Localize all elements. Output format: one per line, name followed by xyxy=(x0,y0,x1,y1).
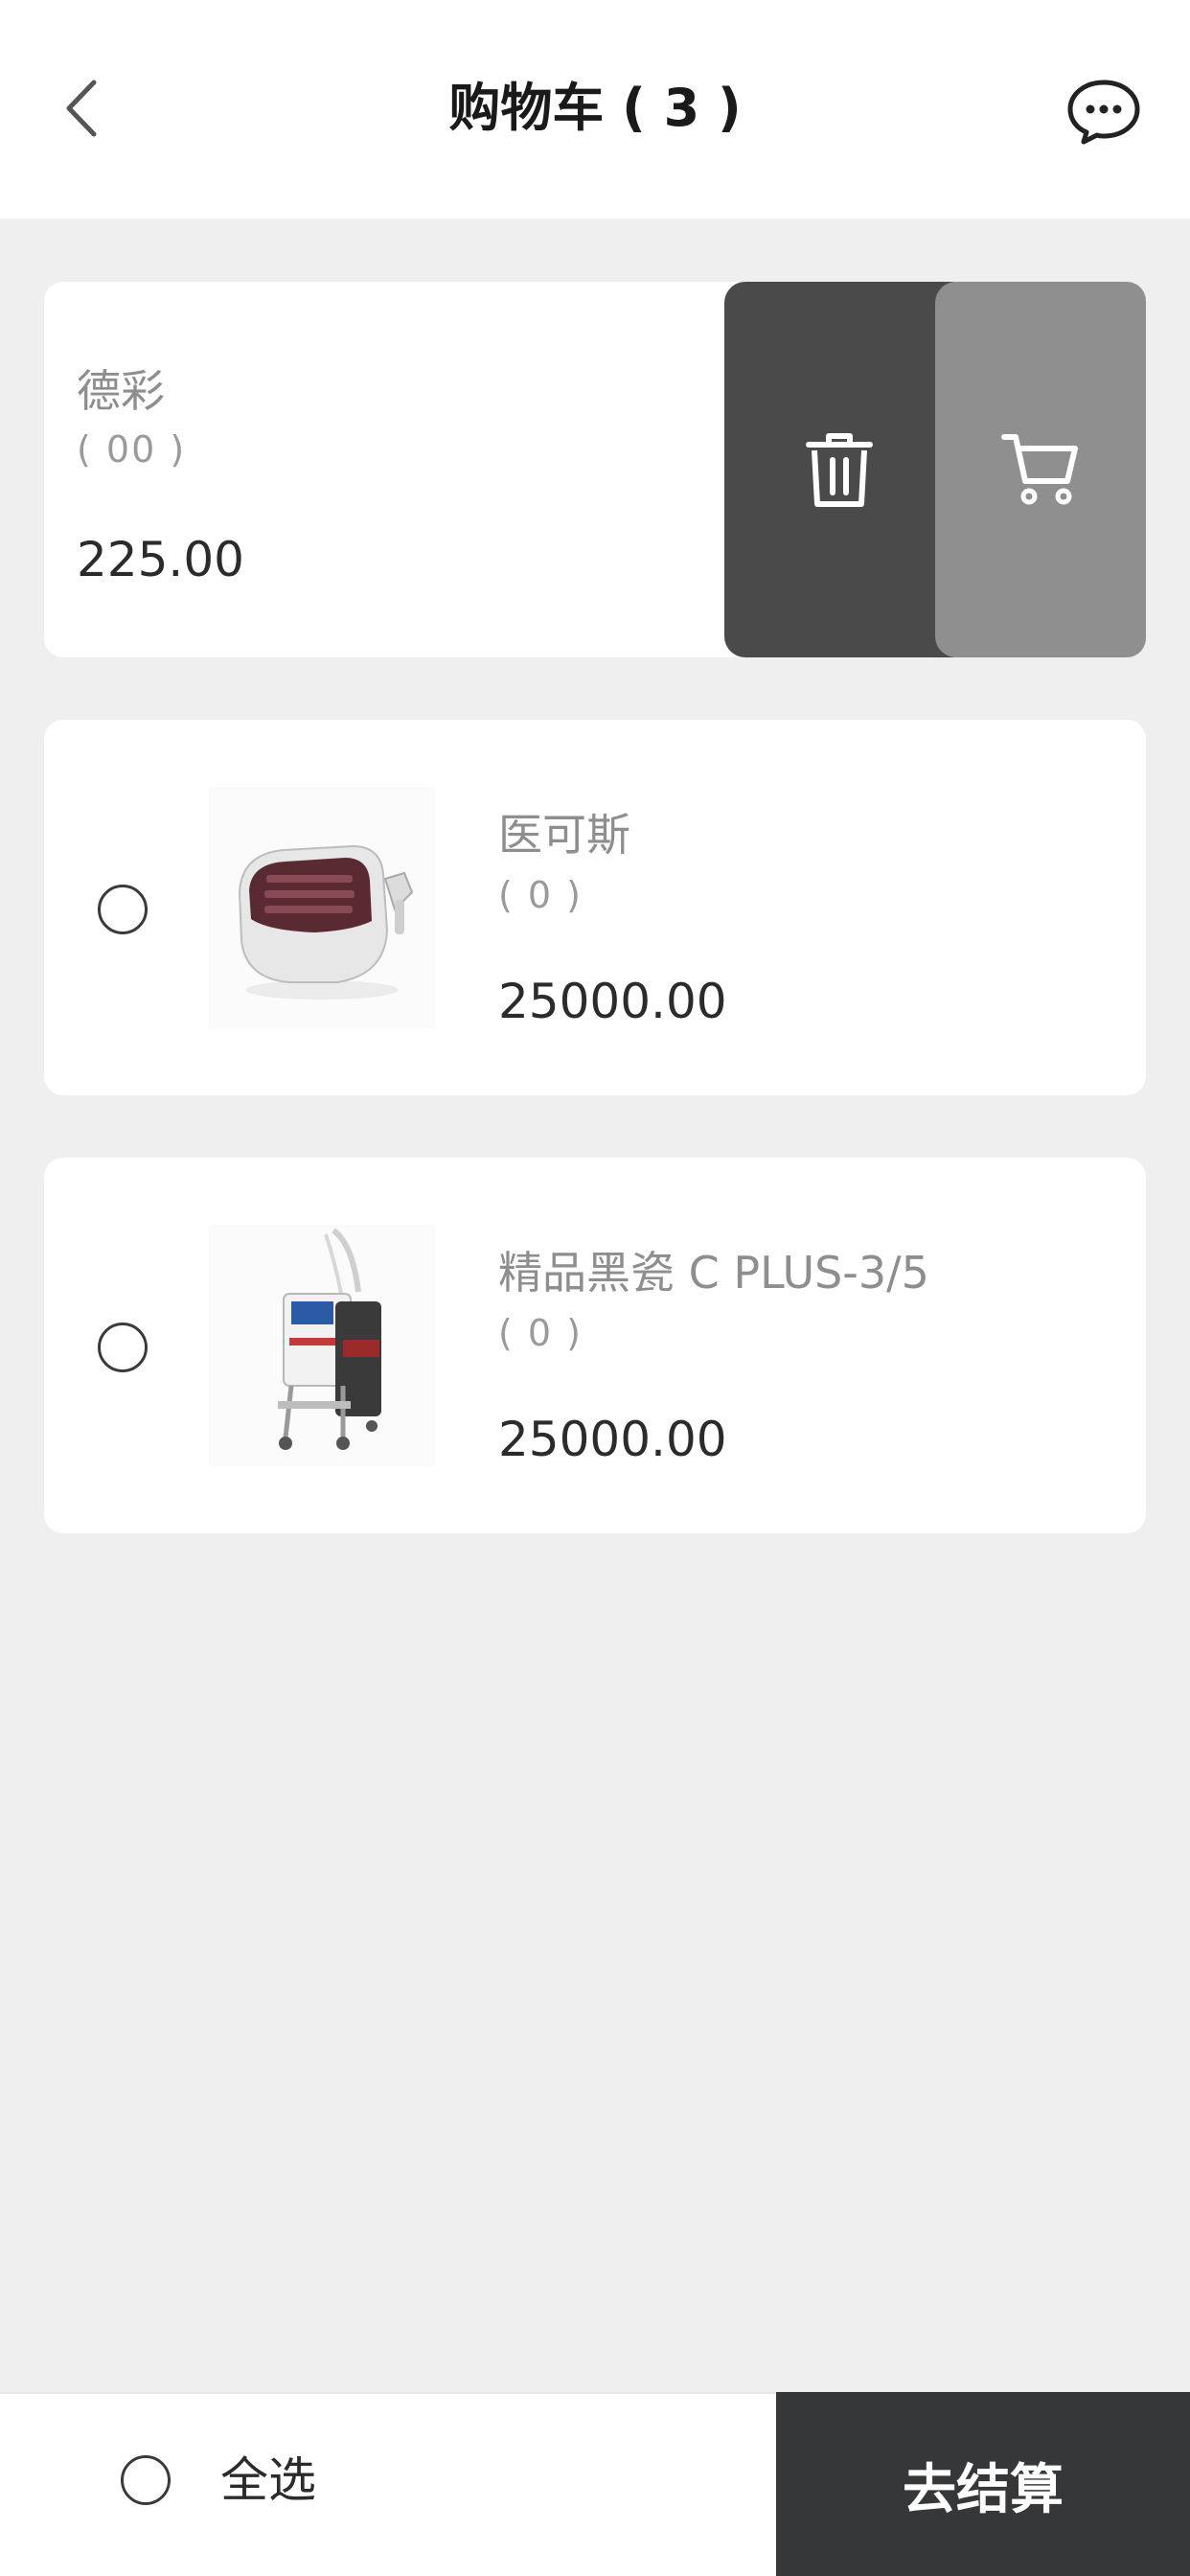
product-image xyxy=(209,787,435,1028)
item-price: 25000.00 xyxy=(498,974,727,1029)
item-name: 医可斯 xyxy=(498,809,630,861)
cart-page: 购物车 ( 3 ) 德彩 ( 00 ) 225.00 医可斯 (0) 250… xyxy=(0,0,1190,2576)
header: 购物车 ( 3 ) xyxy=(0,0,1190,218)
add-to-cart-button[interactable] xyxy=(935,282,1146,657)
item-name: 德彩 xyxy=(77,365,165,417)
item-price: 225.00 xyxy=(77,532,244,587)
message-button[interactable] xyxy=(1065,77,1142,146)
select-all-radio[interactable] xyxy=(121,2455,171,2505)
item-quantity: ( 00 ) xyxy=(77,428,187,471)
trash-icon xyxy=(806,433,873,507)
delete-button[interactable] xyxy=(724,282,954,657)
item-price: 25000.00 xyxy=(498,1412,727,1467)
cart-item[interactable]: 精品黑瓷 C PLUS-3/5 ( 0 ) 25000.00 xyxy=(44,1158,1146,1533)
item-select-radio[interactable] xyxy=(98,885,148,934)
item-quantity: ( 0 ) xyxy=(498,874,583,916)
cart-icon xyxy=(1001,434,1078,505)
item-select-radio[interactable] xyxy=(98,1322,148,1372)
cart-item[interactable]: 德彩 ( 00 ) 225.00 xyxy=(44,282,1146,657)
cart-item[interactable]: 医可斯 ( 0 ) 25000.00 xyxy=(44,720,1146,1095)
select-all-label[interactable]: 全选 xyxy=(220,2450,316,2511)
chat-bubble-icon xyxy=(1067,80,1140,145)
checkout-button[interactable]: 去结算 xyxy=(776,2392,1190,2576)
item-quantity: ( 0 ) xyxy=(498,1312,583,1354)
product-image xyxy=(209,1225,435,1466)
page-title: 购物车 ( 3 ) xyxy=(448,78,742,138)
bottom-bar: 全选 去结算 xyxy=(0,2392,1190,2576)
item-name: 精品黑瓷 C PLUS-3/5 xyxy=(498,1247,929,1299)
